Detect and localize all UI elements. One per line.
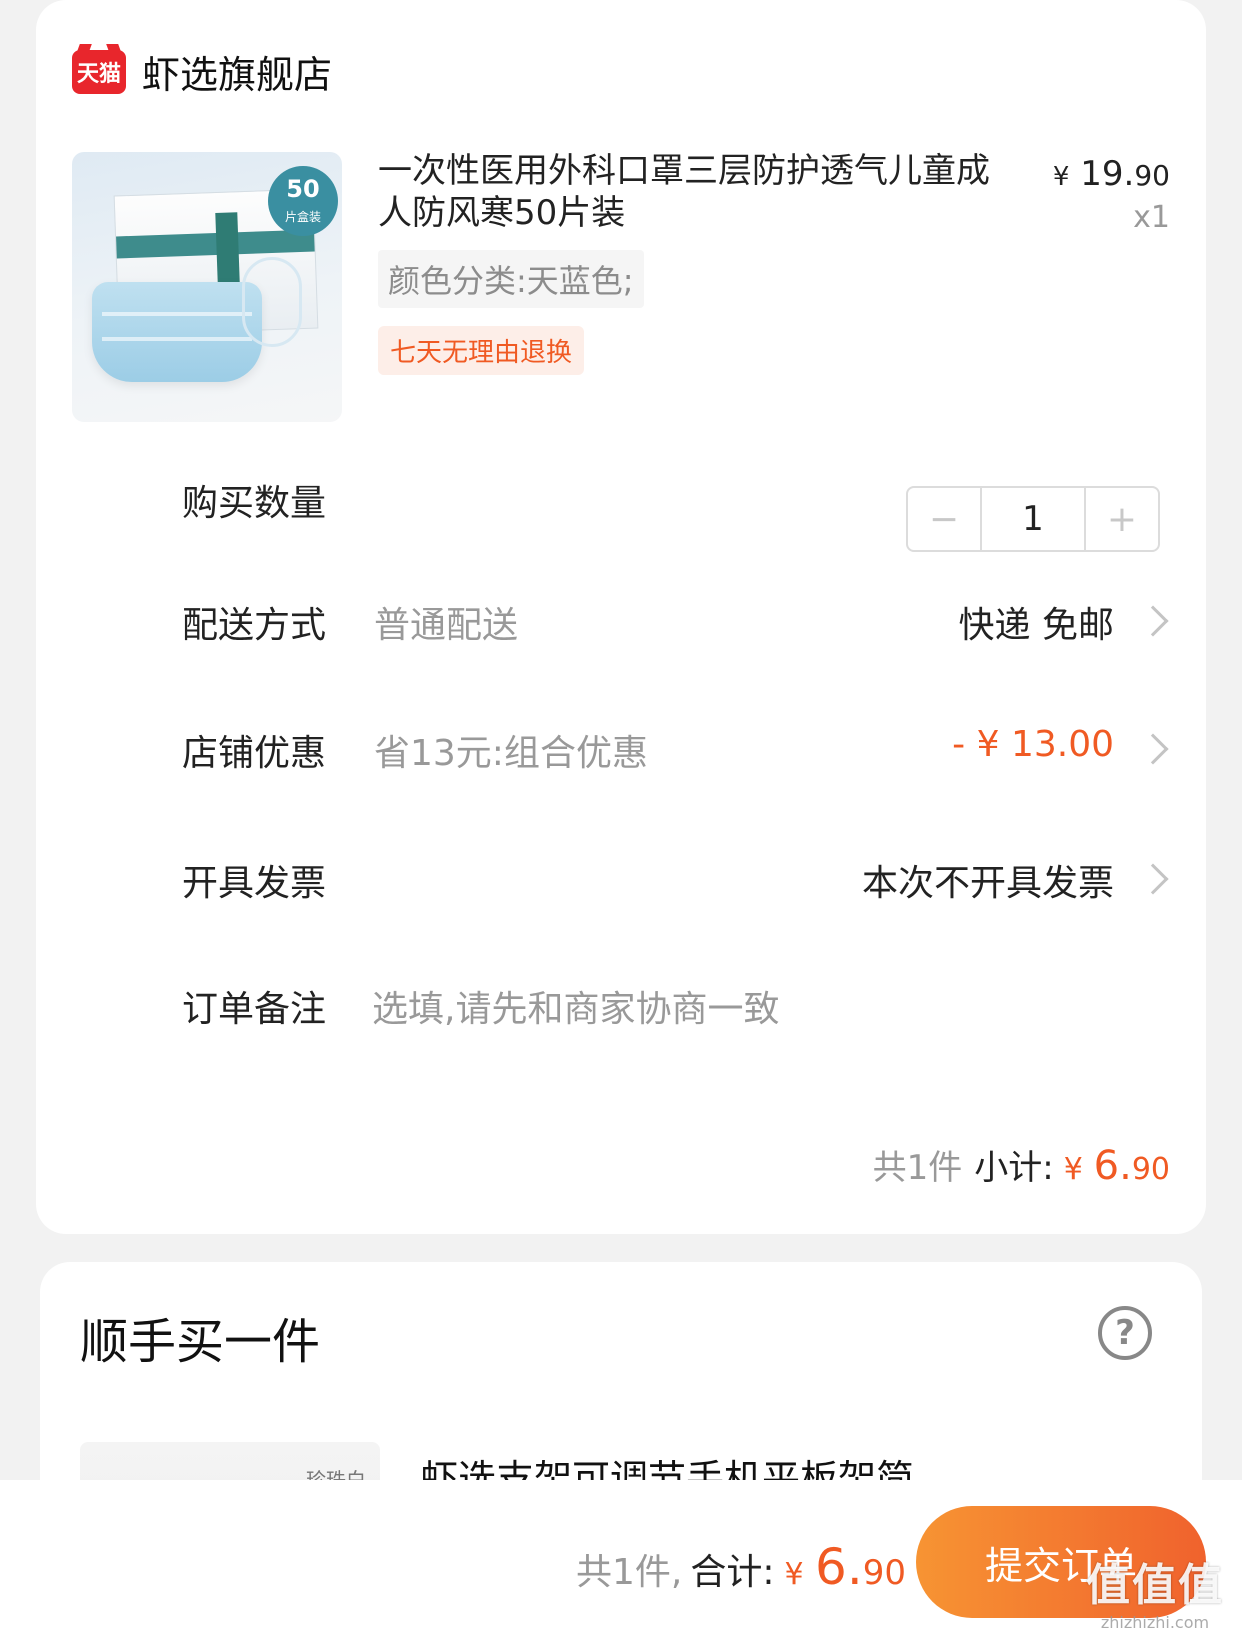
sku-tag[interactable]: 颜色分类:天蓝色;: [378, 250, 644, 308]
subtotal-integer: 6.: [1093, 1143, 1132, 1189]
help-icon[interactable]: ?: [1098, 1306, 1152, 1360]
order-card: 天猫 虾选旗舰店 50 片盒装 一次性医用外科口罩三层防护透气儿童成人防风寒50…: [36, 0, 1206, 1234]
total-decimal: 90: [862, 1553, 906, 1593]
shop-header[interactable]: 天猫 虾选旗舰店: [72, 44, 332, 99]
subtotal-count: 共1件: [872, 1148, 963, 1188]
price-decimal: 90: [1134, 159, 1170, 192]
addon-title: 顺手买一件: [80, 1314, 321, 1370]
return-policy-tag: 七天无理由退换: [378, 326, 585, 375]
quantity-value[interactable]: 1: [980, 488, 1086, 550]
watermark-url: zhizhizhi.com: [1100, 1613, 1210, 1632]
discount-label: 店铺优惠: [182, 733, 327, 774]
package-badge-text: 片盒装: [284, 210, 321, 224]
subtotal-decimal: 90: [1131, 1152, 1170, 1187]
note-label: 订单备注: [182, 989, 327, 1030]
mask-graphic: [92, 282, 262, 382]
total-label: 合计:: [690, 1552, 775, 1593]
shop-name[interactable]: 虾选旗舰店: [142, 44, 332, 99]
watermark-text: 值值值: [1086, 1560, 1224, 1611]
tmall-logo-icon: 天猫: [72, 49, 126, 94]
note-input[interactable]: 选填,请先和商家协商一致: [372, 980, 779, 1032]
subtotal: 共1件 小计: ¥ 6.90: [873, 1140, 1170, 1189]
subtotal-currency: ¥: [1063, 1152, 1083, 1187]
package-badge-number: 50: [286, 175, 320, 203]
package-badge: 50 片盒装: [268, 166, 338, 236]
quantity-label: 购买数量: [182, 483, 327, 524]
invoice-value: 本次不开具发票: [861, 863, 1114, 904]
order-total: 共1件, 合计: ¥ 6.90: [576, 1538, 906, 1596]
watermark: 值值值 zhizhizhi.com: [1086, 1549, 1224, 1632]
discount-description: 省13元:组合优惠: [374, 733, 648, 774]
shipping-method: 普通配送: [374, 605, 519, 646]
shipping-value: 快递 免邮: [958, 605, 1114, 646]
quantity-plus-button[interactable]: +: [1086, 488, 1158, 550]
shipping-label: 配送方式: [182, 605, 327, 646]
chevron-right-icon: [1137, 605, 1169, 637]
total-integer: 6.: [815, 1538, 863, 1596]
discount-value: - ¥ 13.00: [952, 724, 1114, 765]
invoice-label: 开具发票: [182, 863, 327, 904]
mask-loop-graphic: [242, 257, 302, 347]
price-integer: 19.: [1080, 154, 1135, 194]
bottom-bar: 共1件, 合计: ¥ 6.90 提交订单 值值值 zhizhizhi.com: [0, 1480, 1242, 1642]
total-currency: ¥: [784, 1557, 804, 1592]
chevron-right-icon: [1137, 863, 1169, 895]
price-currency: ¥: [1052, 162, 1070, 192]
tmall-logo-text: 天猫: [76, 61, 121, 87]
product-price: ¥ 19.90: [1053, 154, 1170, 194]
subtotal-label: 小计:: [974, 1148, 1054, 1188]
quantity-stepper: − 1 +: [906, 486, 1160, 552]
subtotal-amount: ¥ 6.90: [1064, 1143, 1170, 1189]
product-image[interactable]: 50 片盒装: [72, 152, 342, 422]
chevron-right-icon: [1137, 733, 1169, 765]
total-count: 共1件,: [575, 1552, 683, 1593]
quantity-minus-button[interactable]: −: [908, 488, 980, 550]
total-amount: ¥ 6.90: [784, 1538, 906, 1596]
product-quantity: x1: [1133, 200, 1170, 235]
package-cross: [215, 212, 241, 293]
product-title[interactable]: 一次性医用外科口罩三层防护透气儿童成人防风寒50片装: [378, 150, 998, 234]
